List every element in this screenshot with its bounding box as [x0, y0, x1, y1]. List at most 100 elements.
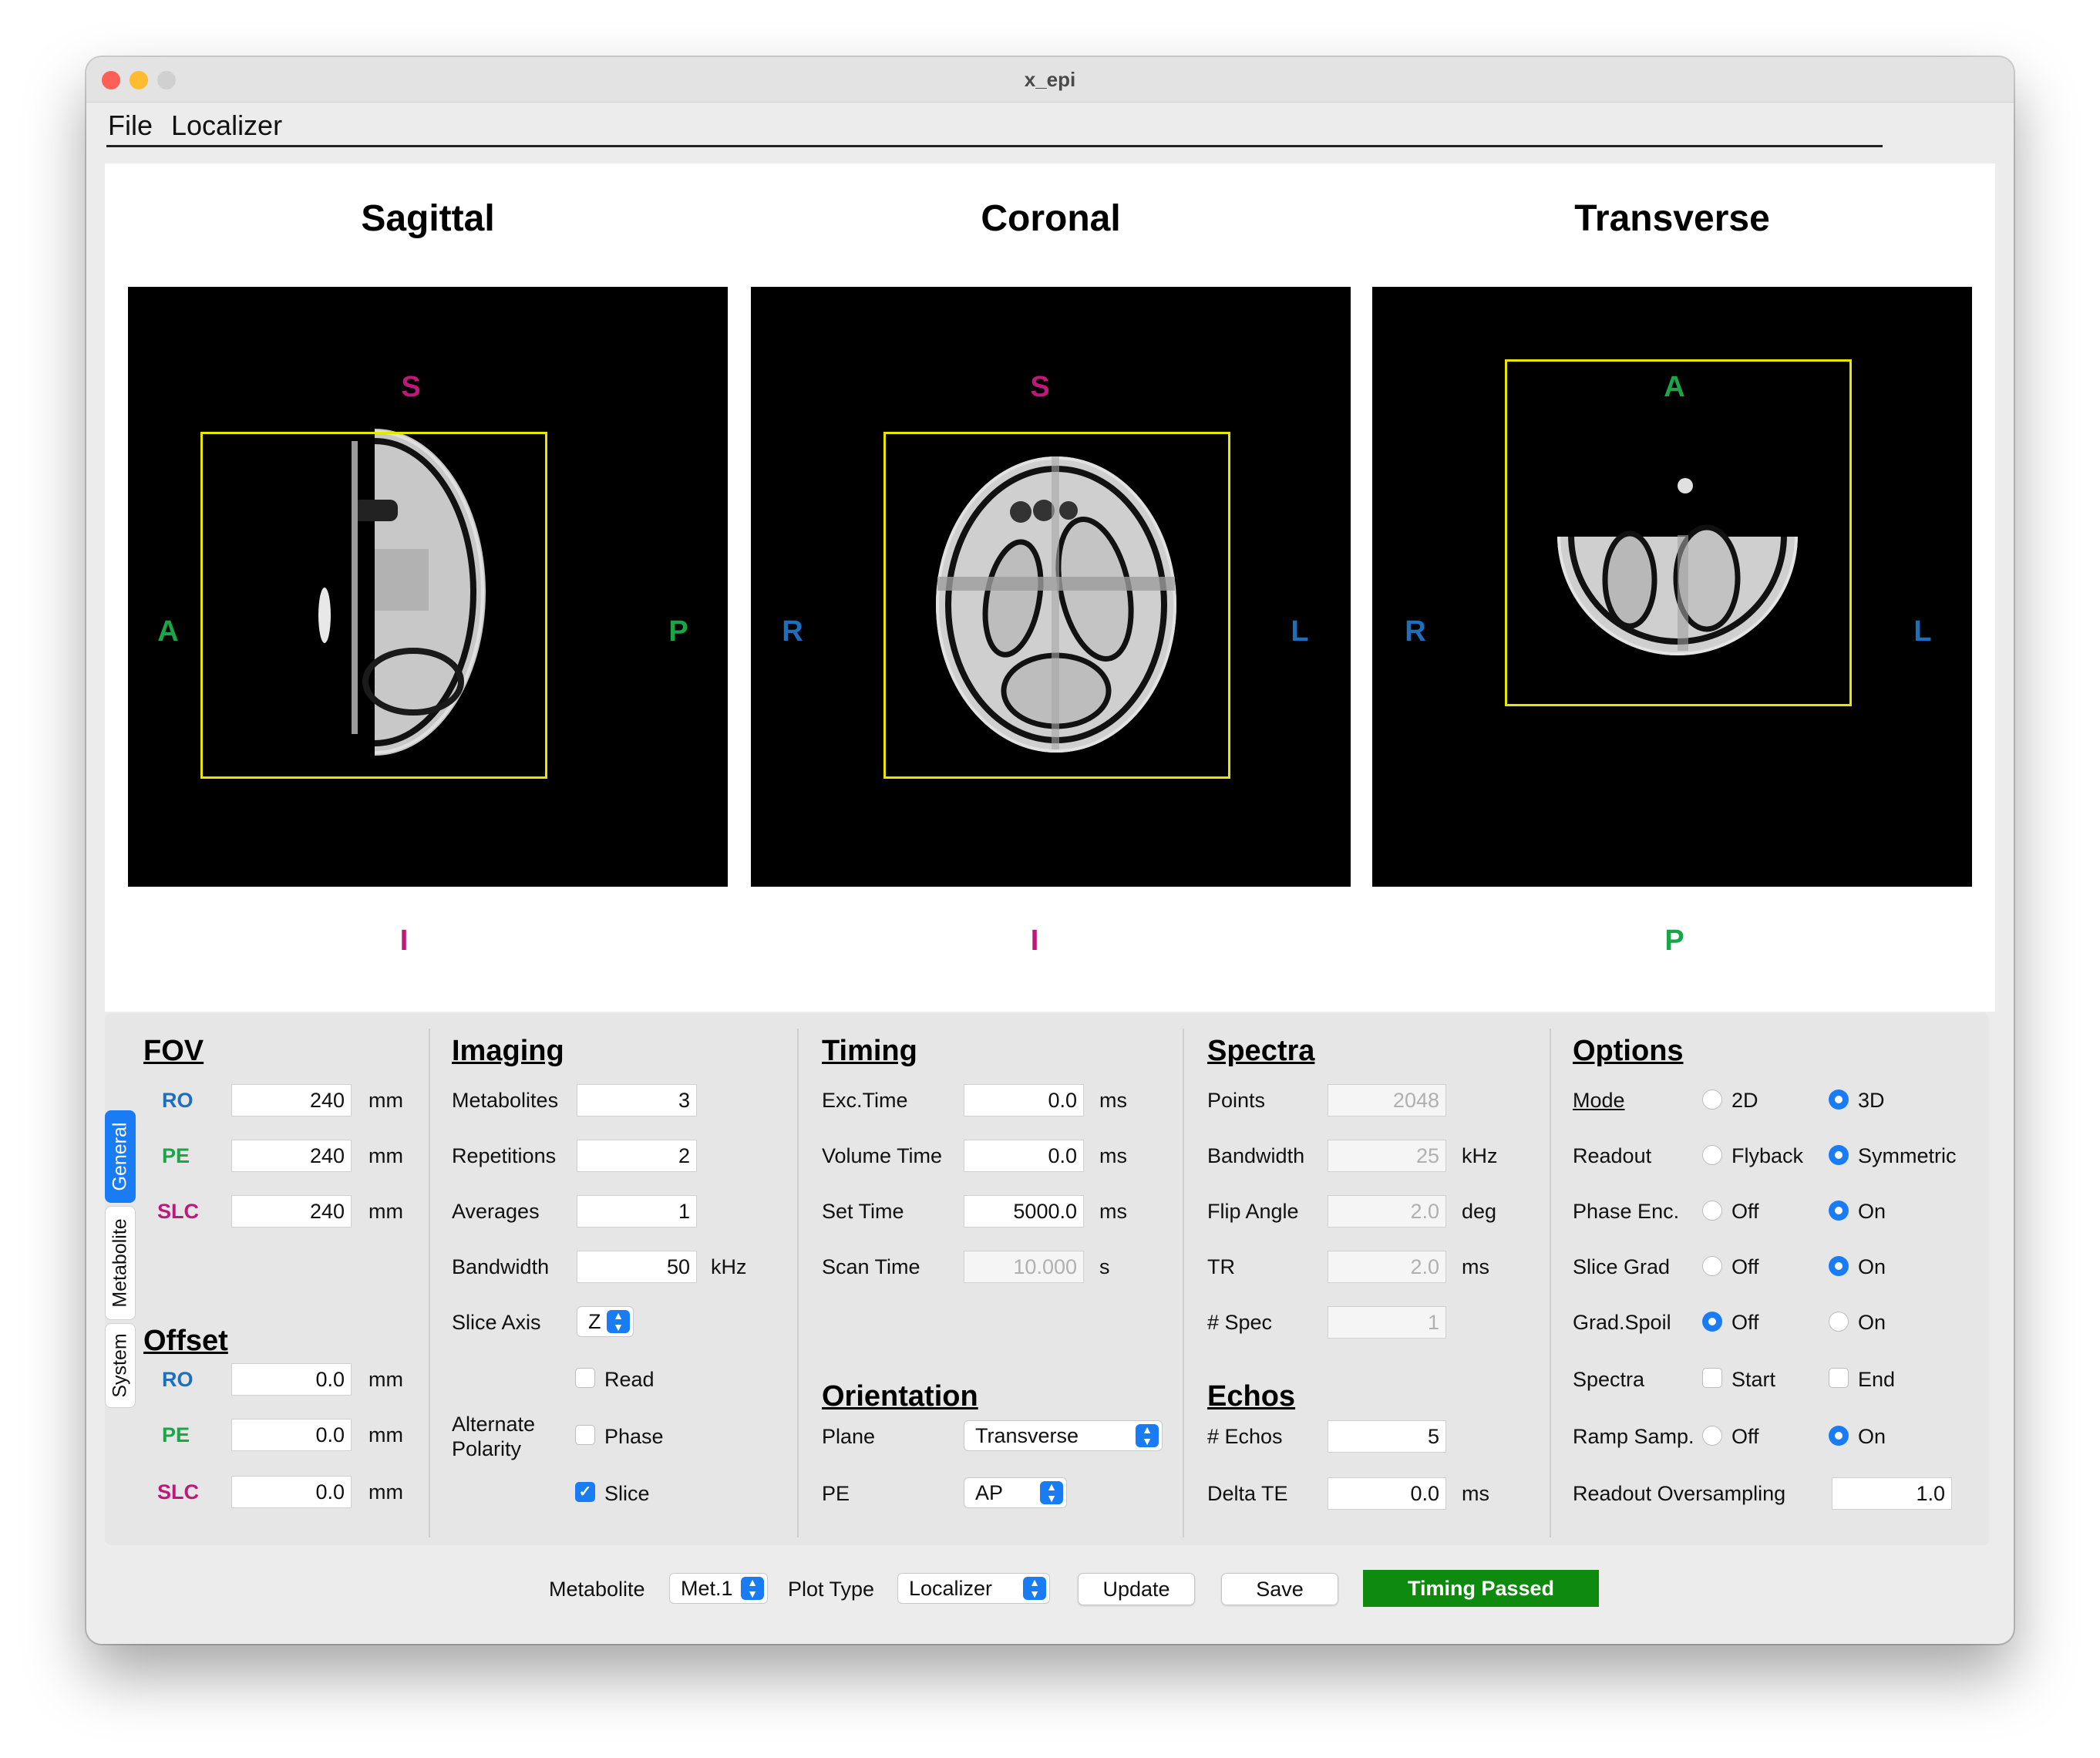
timing-status-badge: Timing Passed — [1363, 1570, 1599, 1607]
orientation-pe-select[interactable]: AP ▲ ▼ — [964, 1477, 1067, 1508]
coronal-fov-box — [883, 432, 1230, 779]
spectra-start-label: Start — [1731, 1368, 1776, 1391]
plot-type-select[interactable]: Localizer ▲ ▼ — [897, 1573, 1050, 1604]
coronal-title: Coronal — [981, 198, 1121, 239]
mode-3d-radio[interactable] — [1829, 1089, 1849, 1110]
transverse-fov-box — [1505, 359, 1852, 706]
averages-input[interactable]: 1 — [577, 1195, 697, 1228]
offset-slc-input[interactable]: 0.0 — [231, 1476, 352, 1508]
tab-system[interactable]: System — [105, 1323, 136, 1408]
divider — [429, 1029, 430, 1537]
readout-symmetric-label: Symmetric — [1858, 1144, 1957, 1167]
tab-general[interactable]: General — [105, 1110, 136, 1203]
mode-2d-radio[interactable] — [1702, 1089, 1722, 1110]
slice-grad-on-radio[interactable] — [1829, 1256, 1849, 1276]
imaging-bandwidth-label: Bandwidth — [452, 1255, 550, 1278]
ramp-samp-on-label: On — [1858, 1425, 1886, 1448]
save-button[interactable]: Save — [1221, 1573, 1338, 1605]
n-echos-label: # Echos — [1207, 1425, 1283, 1448]
phase-enc-on-label: On — [1858, 1200, 1886, 1223]
transverse-left-label: R — [1405, 615, 1426, 648]
coronal-top-label: S — [1030, 371, 1050, 403]
volume-time-input[interactable]: 0.0 — [964, 1140, 1084, 1172]
ramp-samp-off-radio[interactable] — [1702, 1426, 1722, 1446]
readout-symmetric-radio[interactable] — [1829, 1145, 1849, 1165]
spectra-bandwidth-label: Bandwidth — [1207, 1144, 1305, 1167]
menu-file[interactable]: File — [108, 109, 153, 142]
n-echos-input[interactable]: 5 — [1328, 1420, 1446, 1453]
flip-angle-input[interactable]: 2.0 — [1328, 1195, 1446, 1228]
tr-input[interactable]: 2.0 — [1328, 1251, 1446, 1283]
offset-pe-input[interactable]: 0.0 — [231, 1419, 352, 1451]
offset-pe-unit: mm — [369, 1423, 403, 1446]
polarity-read-label: Read — [604, 1368, 655, 1391]
fov-pe-input[interactable]: 240 — [231, 1140, 352, 1172]
sagittal-left-label: A — [157, 615, 179, 648]
ramp-samp-label: Ramp Samp. — [1573, 1425, 1694, 1448]
orientation-pe-label: PE — [822, 1482, 850, 1505]
fov-ro-input[interactable]: 240 — [231, 1084, 352, 1116]
menu-localizer[interactable]: Localizer — [171, 109, 282, 142]
update-button[interactable]: Update — [1078, 1573, 1195, 1605]
transverse-title: Transverse — [1574, 198, 1770, 239]
parameter-panel: General Metabolite System FOV RO 240 mm … — [105, 1013, 1989, 1545]
polarity-slice-checkbox[interactable]: ✓ — [575, 1482, 595, 1502]
offset-slc-unit: mm — [369, 1480, 403, 1504]
metabolites-input[interactable]: 3 — [577, 1084, 697, 1116]
points-input[interactable]: 2048 — [1328, 1084, 1446, 1116]
metabolite-select[interactable]: Met.1 ▲ ▼ — [669, 1573, 768, 1604]
grad-spoil-label: Grad.Spoil — [1573, 1311, 1671, 1334]
options-spectra-label: Spectra — [1573, 1368, 1645, 1391]
plane-select[interactable]: Transverse ▲ ▼ — [964, 1420, 1163, 1451]
imaging-title: Imaging — [452, 1035, 564, 1067]
sagittal-fov-box — [200, 432, 547, 779]
spectra-end-checkbox[interactable] — [1829, 1368, 1849, 1388]
set-time-input[interactable]: 5000.0 — [964, 1195, 1084, 1228]
polarity-phase-checkbox[interactable] — [575, 1425, 595, 1445]
repetitions-input[interactable]: 2 — [577, 1140, 697, 1172]
fov-slc-input[interactable]: 240 — [231, 1195, 352, 1228]
slice-axis-label: Slice Axis — [452, 1311, 541, 1334]
exc-time-input[interactable]: 0.0 — [964, 1084, 1084, 1116]
slice-grad-off-label: Off — [1731, 1255, 1759, 1278]
window-title: x_epi — [1024, 68, 1076, 91]
ramp-samp-on-radio[interactable] — [1829, 1426, 1849, 1446]
repetitions-label: Repetitions — [452, 1144, 557, 1167]
set-time-unit: ms — [1099, 1200, 1127, 1223]
coronal-left-label: R — [782, 615, 803, 648]
phase-enc-off-radio[interactable] — [1702, 1201, 1722, 1221]
slice-axis-select[interactable]: Z ▲ ▼ — [577, 1306, 634, 1337]
grad-spoil-on-radio[interactable] — [1829, 1312, 1849, 1332]
spectra-start-checkbox[interactable] — [1702, 1368, 1722, 1388]
options-title: Options — [1573, 1035, 1684, 1067]
tab-metabolite-label: Metabolite — [109, 1218, 131, 1308]
readout-os-input[interactable]: 1.0 — [1832, 1477, 1952, 1510]
slice-grad-off-radio[interactable] — [1702, 1256, 1722, 1276]
grad-spoil-off-radio[interactable] — [1702, 1312, 1722, 1332]
polarity-phase-label: Phase — [604, 1425, 664, 1448]
tab-metabolite[interactable]: Metabolite — [105, 1206, 136, 1320]
volume-time-unit: ms — [1099, 1144, 1127, 1167]
readout-flyback-radio[interactable] — [1702, 1145, 1722, 1165]
polarity-read-checkbox[interactable] — [575, 1368, 595, 1388]
plane-value: Transverse — [975, 1424, 1079, 1447]
delta-te-input[interactable]: 0.0 — [1328, 1477, 1446, 1510]
offset-ro-input[interactable]: 0.0 — [231, 1363, 352, 1396]
slice-grad-label: Slice Grad — [1573, 1255, 1671, 1278]
grad-spoil-off-label: Off — [1731, 1311, 1759, 1334]
scan-time-value: 10.000 — [964, 1251, 1084, 1283]
readout-os-label: Readout Oversampling — [1573, 1482, 1786, 1505]
divider — [797, 1029, 799, 1537]
readout-flyback-label: Flyback — [1731, 1144, 1804, 1167]
sagittal-right-label: P — [668, 615, 688, 648]
fov-pe-unit: mm — [369, 1144, 403, 1167]
phase-enc-on-radio[interactable] — [1829, 1201, 1849, 1221]
spectra-bandwidth-input[interactable]: 25 — [1328, 1140, 1446, 1172]
spectra-end-label: End — [1858, 1368, 1896, 1391]
n-spec-input[interactable]: 1 — [1328, 1306, 1446, 1339]
averages-label: Averages — [452, 1200, 540, 1223]
metabolites-label: Metabolites — [452, 1089, 559, 1112]
imaging-bandwidth-input[interactable]: 50 — [577, 1251, 697, 1283]
plane-label: Plane — [822, 1425, 876, 1448]
tr-unit: ms — [1462, 1255, 1489, 1278]
